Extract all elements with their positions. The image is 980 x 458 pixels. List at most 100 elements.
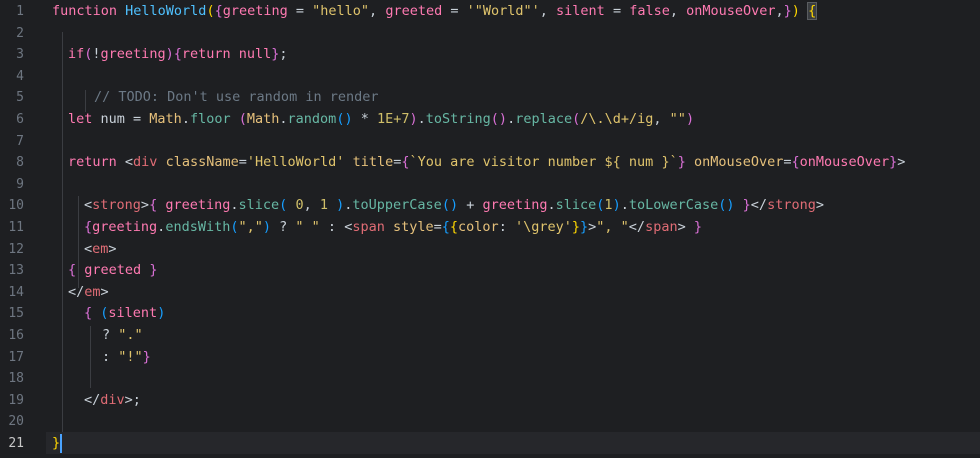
code-token: ) [409,111,418,127]
code-line[interactable]: 20 [0,411,980,433]
code-token: endsWith [165,219,231,235]
line-number: 10 [8,198,24,214]
code-line[interactable]: 15 { (silent) [0,303,980,325]
code-line[interactable]: 11 {greeting.endsWith(",") ? " " : <span … [0,217,980,239]
code-token: "" [669,111,686,127]
code-text[interactable]: <em> [84,239,117,261]
code-line[interactable]: 4 [0,66,980,88]
code-text[interactable]: let num = Math.floor (Math.random() * 1E… [68,109,694,131]
code-token: greeting [482,197,548,214]
code-text[interactable]: { (silent) [84,303,165,325]
code-token: onMouseOver [799,154,890,171]
code-text[interactable]: </div>; [84,390,141,412]
code-token: ) [262,219,272,235]
code-token: ) [157,305,166,322]
code-text[interactable]: { greeted } [68,260,157,282]
code-token: function [52,3,126,19]
code-token: } [571,219,580,235]
code-token: random [287,111,337,127]
line-number: 6 [16,112,24,127]
code-line[interactable]: 5 // TODO: Don't use random in render [0,87,980,109]
line-number: 5 [16,90,24,106]
code-token: </ [628,219,646,235]
code-token: greeting [222,3,288,19]
code-token: "hello" [312,3,370,19]
code-text[interactable]: return <div className='HelloWorld' title… [68,152,905,174]
code-token: "!" [118,348,143,365]
code-text[interactable]: : "!"} [102,347,151,369]
code-token: } [580,219,589,235]
code-token: toLowerCase [628,197,719,214]
code-line[interactable]: 17: "!"} [0,347,980,369]
code-token: () [441,197,459,214]
code-text[interactable]: function HelloWorld({greeting = "hello",… [52,1,818,23]
code-token: } [742,197,751,214]
code-line[interactable]: 21} [0,433,980,455]
indent-guide [90,326,91,388]
code-token: { [84,219,93,235]
code-token: ? [102,327,119,343]
code-token: } [677,154,686,171]
code-token: // TODO: Don't use random in render [94,89,379,106]
code-text[interactable]: if(!greeting){return null}; [68,44,288,66]
code-line[interactable]: 2 [0,23,980,45]
code-token: '"World"' [466,3,540,19]
code-line[interactable]: 10 <strong>{ greeting.slice( 0, 1 ).toUpp… [0,195,980,217]
code-token: " " [295,219,320,235]
code-text[interactable]: </em> [68,282,109,304]
line-number: 2 [16,25,24,41]
code-token: span [645,219,678,235]
indent-guide [78,196,79,288]
code-token: "," [238,219,263,235]
code-line[interactable]: 13 { greeted } [0,260,980,282]
code-token: = [783,154,792,171]
code-token: Math [246,111,280,127]
code-line[interactable]: 6 let num = Math.floor (Math.random() * 1… [0,109,980,131]
code-text[interactable]: {greeting.endsWith(",") ? " " : <span st… [84,217,702,239]
code-text[interactable]: } [52,433,60,455]
code-token: slice [238,197,280,214]
code-token: , [775,3,784,19]
line-number: 16 [8,328,24,343]
code-token: > [677,219,694,235]
code-token: = [442,3,467,19]
code-line[interactable]: 14 </em> [0,282,980,304]
code-token: () [490,111,508,127]
code-token: } [889,154,898,171]
code-token: greeted [84,262,142,279]
code-token: ", " [596,219,629,235]
code-line[interactable]: 8 return <div className='HelloWorld' titl… [0,152,980,174]
line-number: 14 [8,284,24,300]
code-token: . [507,111,516,127]
code-token: { [149,197,158,214]
code-token: 1 [604,197,613,214]
code-token: HelloWorld [125,3,207,19]
code-text[interactable]: ? "." [102,325,143,347]
code-token: toUpperCase [352,197,442,214]
code-line[interactable]: 9 [0,174,980,196]
code-line[interactable]: 12 <em> [0,239,980,261]
code-line[interactable]: 7 [0,131,980,153]
code-editor[interactable]: 1 function HelloWorld({greeting = "hello"… [0,0,980,458]
code-token: floor [189,111,231,127]
code-token: > [897,154,906,171]
code-token: null [238,46,272,63]
code-token: Math [149,111,182,127]
code-text[interactable]: <strong>{ greeting.slice( 0, 1 ).toUpper… [84,195,824,217]
code-line[interactable]: 16 ? "." [0,325,980,347]
code-line[interactable]: 19 </div>; [0,390,980,412]
code-token: replace [515,111,573,127]
code-line[interactable]: 18 [0,368,980,390]
code-token: < [124,154,134,171]
code-token: /\.\d+/ig [580,111,654,127]
code-text[interactable]: // TODO: Don't use random in render [94,87,378,109]
code-token: { [84,305,93,322]
code-line[interactable]: 1 function HelloWorld({greeting = "hello"… [0,1,980,23]
code-token: ( [206,3,215,19]
code-token: className [165,154,239,171]
code-token: >; [124,391,141,408]
code-line[interactable]: 3 if(!greeting){return null}; [0,44,980,66]
